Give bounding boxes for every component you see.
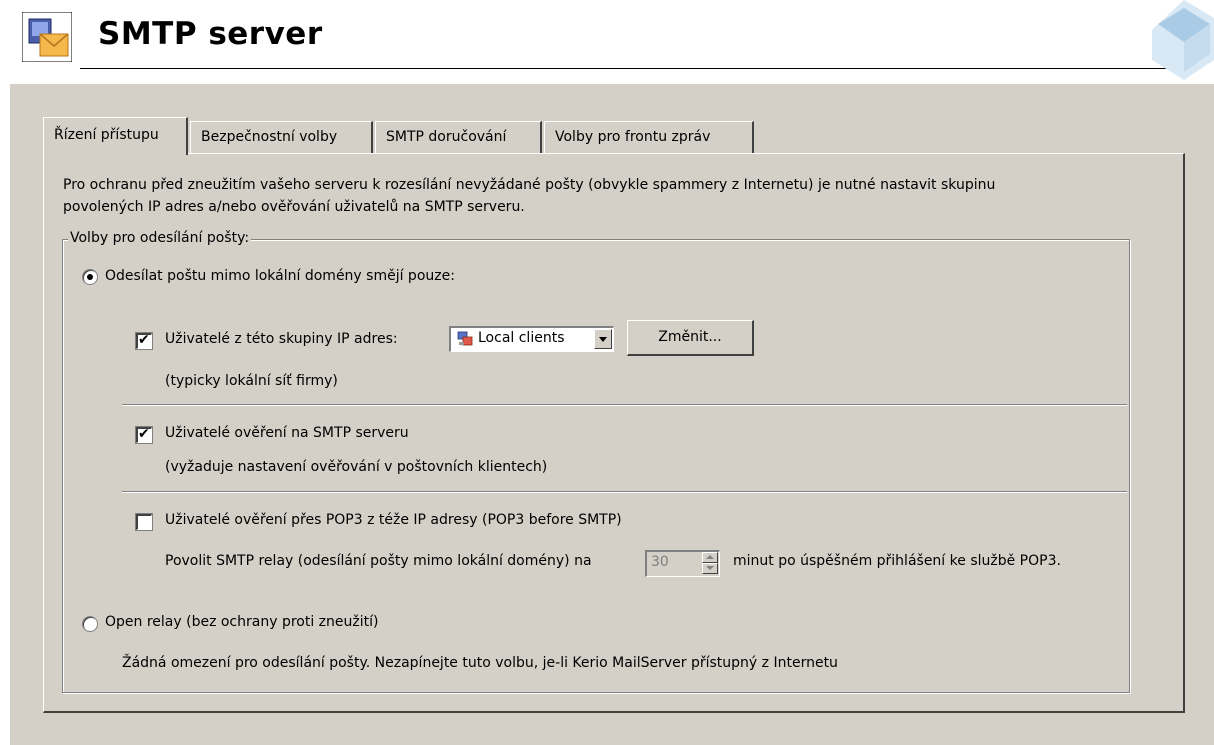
chevron-down-icon[interactable] xyxy=(594,329,612,349)
change-button-label: Změnit... xyxy=(658,329,722,345)
group-label: Volby pro odesílání pošty: xyxy=(68,230,252,246)
smtp-auth-label[interactable]: Uživatelé ověření na SMTP serveru xyxy=(165,425,409,441)
pop3-before-smtp-checkbox[interactable] xyxy=(135,513,153,531)
tab-label: Bezpečnostní volby xyxy=(201,129,338,145)
smtp-server-icon xyxy=(22,12,72,62)
intro-text-line-2: povolených IP adres a/nebo ověřování uži… xyxy=(63,199,525,215)
ip-group-label[interactable]: Uživatelé z této skupiny IP adres: xyxy=(165,331,398,347)
restrict-relay-radio[interactable] xyxy=(82,269,98,285)
header-divider xyxy=(80,68,1190,69)
relay-minutes-spinner[interactable]: 30 xyxy=(645,550,720,577)
change-button[interactable]: Změnit... xyxy=(627,320,754,356)
relay-minutes-value: 30 xyxy=(651,554,669,570)
tab-queue-options[interactable]: Volby pro frontu zpráv xyxy=(544,121,754,153)
smtp-auth-checkbox[interactable]: ✔ xyxy=(135,426,153,444)
open-relay-radio[interactable] xyxy=(82,616,98,632)
intro-text-line-1: Pro ochranu před zneužitím vašeho server… xyxy=(63,177,996,193)
ip-group-icon xyxy=(457,331,473,346)
separator xyxy=(122,491,1127,492)
pop3-before-smtp-label[interactable]: Uživatelé ověření přes POP3 z téže IP ad… xyxy=(165,512,622,528)
logo-decoration xyxy=(1152,0,1214,80)
spin-up-icon[interactable] xyxy=(702,552,718,563)
tab-smtp-delivery[interactable]: SMTP doručování xyxy=(375,121,542,153)
ip-group-checkbox[interactable]: ✔ xyxy=(135,332,153,350)
separator xyxy=(122,404,1127,405)
smtp-auth-hint: (vyžaduje nastavení ověřování v poštovní… xyxy=(165,459,548,475)
tab-access-control[interactable]: Řízení přístupu xyxy=(43,117,188,155)
restrict-relay-label[interactable]: Odesílat poštu mimo lokální domény smějí… xyxy=(105,268,455,284)
check-mark-icon: ✔ xyxy=(138,426,150,442)
tab-label: Volby pro frontu zpráv xyxy=(555,129,711,145)
tab-label: Řízení přístupu xyxy=(54,127,159,143)
relay-time-suffix: minut po úspěšném přihlášení ke službě P… xyxy=(733,553,1061,569)
tab-security-options[interactable]: Bezpečnostní volby xyxy=(190,121,373,153)
tab-label: SMTP doručování xyxy=(386,129,507,145)
check-mark-icon: ✔ xyxy=(138,332,150,348)
open-relay-warning: Žádná omezení pro odesílání pošty. Nezap… xyxy=(122,655,838,671)
page-title: SMTP server xyxy=(98,16,323,52)
ip-group-select[interactable]: Local clients xyxy=(449,326,614,352)
page-header: SMTP server xyxy=(0,0,1214,84)
open-relay-label[interactable]: Open relay (bez ochrany proti zneužití) xyxy=(105,614,378,630)
ip-group-select-value: Local clients xyxy=(478,330,565,346)
ip-group-hint: (typicky lokální síť firmy) xyxy=(165,373,338,389)
spin-down-icon[interactable] xyxy=(702,563,718,574)
relay-time-prefix: Povolit SMTP relay (odesílání pošty mimo… xyxy=(165,553,592,569)
